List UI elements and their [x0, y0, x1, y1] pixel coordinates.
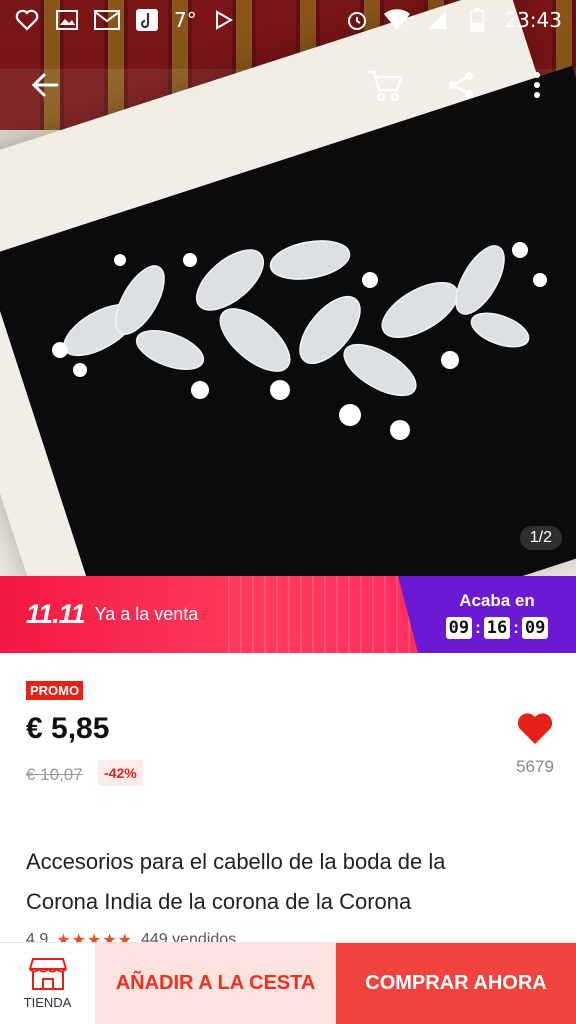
battery-icon — [464, 7, 490, 33]
sale-banner: 11.11 Ya a la venta — [0, 576, 418, 653]
share-button[interactable] — [436, 60, 486, 110]
wifi-icon — [384, 7, 411, 33]
wishlist-button[interactable] — [512, 706, 558, 752]
store-label: TIENDA — [23, 995, 72, 1010]
sale-status: Ya a la venta — [94, 604, 199, 624]
tiara-illustration — [52, 240, 547, 440]
promo-banner[interactable]: 11.11 Ya a la venta Acaba en 09 : 16 : 0… — [0, 576, 576, 653]
arrow-left-icon — [31, 73, 59, 97]
product-title-line1: Accesorios para el cabello de la boda de… — [26, 849, 446, 874]
timer-hours: 09 — [445, 616, 473, 639]
product-title: Accesorios para el cabello de la boda de… — [26, 842, 546, 922]
image-icon — [54, 7, 80, 33]
share-icon — [449, 72, 473, 98]
play-store-icon — [211, 7, 237, 33]
event-label: 11.11 — [26, 599, 86, 629]
buy-now-button[interactable]: COMPRAR AHORA — [336, 943, 576, 1024]
countdown-label: Acaba en — [459, 590, 535, 610]
gmail-icon — [94, 7, 120, 33]
store-icon — [28, 958, 67, 990]
countdown: Acaba en 09 : 16 : 09 — [398, 576, 576, 653]
timer-seconds: 09 — [521, 616, 549, 639]
cart-icon — [368, 70, 403, 102]
store-button[interactable]: TIENDA — [0, 943, 95, 1024]
add-to-cart-button[interactable]: AÑADIR A LA CESTA — [95, 943, 336, 1024]
cart-button[interactable] — [360, 60, 410, 110]
countdown-timer: 09 : 16 : 09 — [445, 616, 549, 639]
top-nav — [0, 60, 576, 110]
more-vert-icon — [534, 72, 540, 98]
more-options-button[interactable] — [512, 60, 562, 110]
original-price: € 10,07 — [26, 765, 83, 784]
temperature: 7° — [174, 8, 197, 32]
bottom-action-bar: TIENDA AÑADIR A LA CESTA COMPRAR AHORA — [0, 942, 576, 1024]
promo-badge: PROMO — [26, 681, 84, 700]
clock: 23:43 — [504, 8, 562, 32]
heart-outline-icon — [14, 7, 40, 33]
status-bar: 7° 23:43 — [0, 0, 576, 40]
product-title-line2: Corona India de la corona de la Corona — [26, 889, 412, 914]
back-button[interactable] — [20, 60, 70, 110]
image-counter: 1/2 — [519, 526, 562, 550]
current-price: € 5,85 — [26, 712, 110, 745]
wishlist-count: 5679 — [516, 757, 554, 776]
timer-minutes: 16 — [483, 616, 511, 639]
alarm-icon — [344, 7, 370, 33]
tiktok-icon — [134, 7, 160, 33]
signal-icon — [424, 7, 450, 33]
discount-badge: -42% — [98, 760, 143, 786]
heart-icon — [517, 713, 553, 744]
